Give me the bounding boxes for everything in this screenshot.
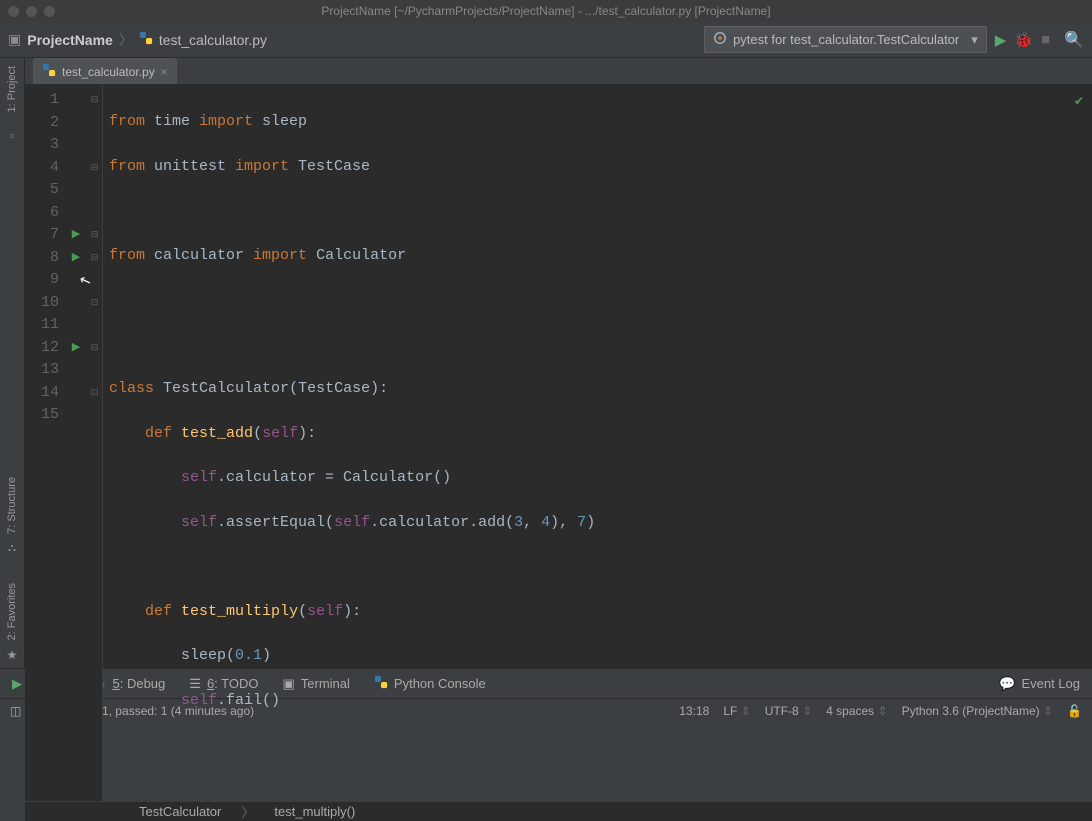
project-name: ProjectName	[27, 32, 113, 48]
editor-tabbar: test_calculator.py ×	[25, 58, 1092, 85]
fold-end-icon[interactable]: ⊡	[87, 382, 102, 405]
code-editor[interactable]: ✔ ↖ 123456789101112131415 ▶ ▶ ▶ ⊟ ⊟ ⊟ ⊟ …	[25, 85, 1092, 801]
editor-tab[interactable]: test_calculator.py ×	[33, 58, 177, 84]
window-titlebar: ProjectName [~/PycharmProjects/ProjectNa…	[0, 0, 1092, 22]
pytest-icon	[713, 31, 727, 48]
play-icon: ▶	[12, 676, 22, 692]
run-button[interactable]: ▶	[995, 31, 1007, 49]
traffic-lights[interactable]	[8, 6, 55, 17]
breadcrumb[interactable]: ▣ ProjectName 〉 test_calculator.py	[8, 30, 267, 50]
folder-icon: ▣	[8, 31, 21, 48]
chevron-icon: 〉	[119, 30, 133, 50]
editor-area: test_calculator.py × ✔ ↖ 123456789101112…	[25, 58, 1092, 668]
editor-breadcrumb[interactable]: TestCalculator 〉 test_multiply()	[25, 801, 1092, 821]
run-gutter: ▶ ▶ ▶	[65, 85, 87, 801]
file-name: test_calculator.py	[159, 32, 267, 48]
fold-icon[interactable]: ⊟	[87, 224, 102, 247]
breadcrumb-class[interactable]: TestCalculator	[139, 804, 221, 819]
fold-icon[interactable]: ⊟	[87, 89, 102, 112]
breadcrumb-method[interactable]: test_multiply()	[274, 804, 355, 819]
run-test-icon[interactable]: ▶	[65, 247, 87, 270]
tab-label: test_calculator.py	[62, 65, 155, 79]
debug-button[interactable]: 🐞	[1014, 31, 1033, 49]
main-area: 1: Project ▫ 7: Structure ⛬ 2: Favorites…	[0, 58, 1092, 668]
chevron-icon: 〉	[241, 802, 254, 821]
search-button[interactable]: 🔍	[1064, 30, 1084, 50]
structure-tool-tab[interactable]: 7: Structure	[4, 469, 20, 542]
line-number-gutter: 123456789101112131415	[25, 85, 65, 801]
fold-icon[interactable]: ⊟	[87, 337, 102, 360]
stop-button: ■	[1041, 31, 1050, 48]
star-icon: ★	[7, 648, 18, 662]
python-file-icon	[139, 31, 153, 48]
left-tool-strip: 1: Project ▫ 7: Structure ⛬ 2: Favorites…	[0, 58, 25, 668]
python-file-icon	[42, 63, 56, 80]
window-title: ProjectName [~/PycharmProjects/ProjectNa…	[321, 4, 770, 18]
favorites-tool-tab[interactable]: 2: Favorites	[4, 575, 20, 648]
chevron-down-icon: ▾	[971, 32, 978, 48]
fold-icon[interactable]: ⊟	[87, 247, 102, 270]
fold-icon[interactable]: ⊟	[87, 157, 102, 180]
project-tool-tab[interactable]: 1: Project	[4, 58, 20, 120]
run-config-selector[interactable]: pytest for test_calculator.TestCalculato…	[704, 26, 987, 53]
main-toolbar: ▣ ProjectName 〉 test_calculator.py pytes…	[0, 22, 1092, 58]
folder-closed-icon[interactable]: ▫	[10, 128, 15, 143]
status-hide-icon[interactable]: ◫	[10, 704, 21, 718]
structure-icon: ⛬	[8, 542, 16, 555]
close-tab-icon[interactable]: ×	[161, 65, 168, 79]
fold-gutter: ⊟ ⊟ ⊟ ⊟ ⊡ ⊟ ⊡	[87, 85, 103, 801]
run-class-icon[interactable]: ▶	[65, 224, 87, 247]
fold-end-icon[interactable]: ⊡	[87, 292, 102, 315]
run-config-label: pytest for test_calculator.TestCalculato…	[733, 32, 959, 47]
run-test-icon[interactable]: ▶	[65, 337, 87, 360]
code-content[interactable]: from time import sleep from unittest imp…	[103, 85, 1092, 801]
